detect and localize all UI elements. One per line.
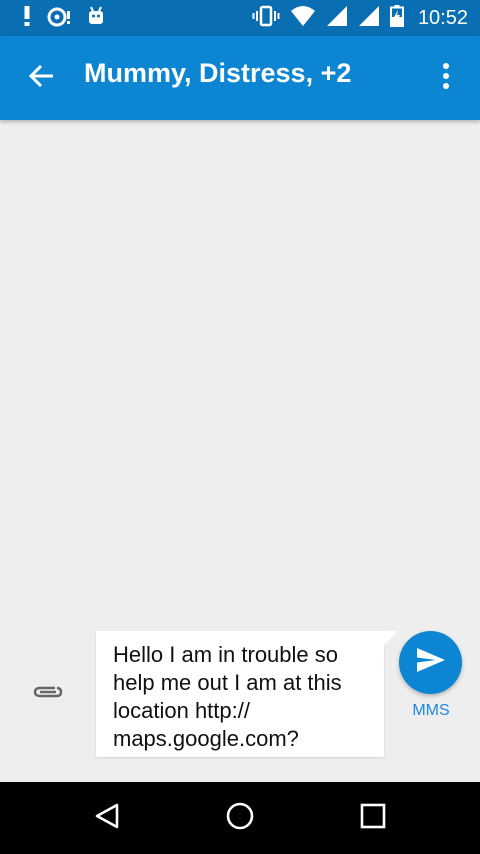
navigation-bar <box>0 782 480 854</box>
status-system-icons: 10:52 <box>252 4 468 32</box>
attach-button[interactable] <box>28 676 68 712</box>
send-mode-label: MMS <box>412 702 450 719</box>
message-list[interactable] <box>0 120 480 620</box>
alert-icon <box>22 5 32 32</box>
signal-icon <box>358 5 380 32</box>
app-toolbar: Mummy, Distress, +2 <box>0 36 480 120</box>
paperclip-icon <box>32 682 64 707</box>
status-bar: 10:52 <box>0 0 480 36</box>
arrow-back-icon <box>28 62 56 95</box>
message-input[interactable]: Hello I am in trouble so help me out I a… <box>96 631 398 757</box>
wifi-icon <box>290 5 316 32</box>
recents-square-icon <box>360 803 386 834</box>
clock: 10:52 <box>417 6 468 29</box>
home-circle-icon <box>225 801 255 836</box>
overflow-menu-button[interactable] <box>426 54 466 102</box>
back-triangle-icon <box>94 802 120 835</box>
nav-recents-button[interactable] <box>349 796 397 840</box>
vibrate-icon <box>252 5 280 32</box>
conversation-title: Mummy, Distress, +2 <box>84 58 352 88</box>
nav-home-button[interactable] <box>216 796 264 840</box>
nav-back-button[interactable] <box>83 796 131 840</box>
android-icon <box>86 5 106 32</box>
back-button[interactable] <box>18 54 66 102</box>
signal-icon <box>326 5 348 32</box>
send-icon <box>416 647 446 678</box>
message-input-text: Hello I am in trouble so help me out I a… <box>113 642 342 751</box>
more-vert-icon <box>442 62 450 95</box>
battery-charging-icon <box>389 4 404 32</box>
sync-icon <box>46 5 72 32</box>
send-button[interactable] <box>399 631 462 694</box>
status-notifications <box>22 5 106 32</box>
